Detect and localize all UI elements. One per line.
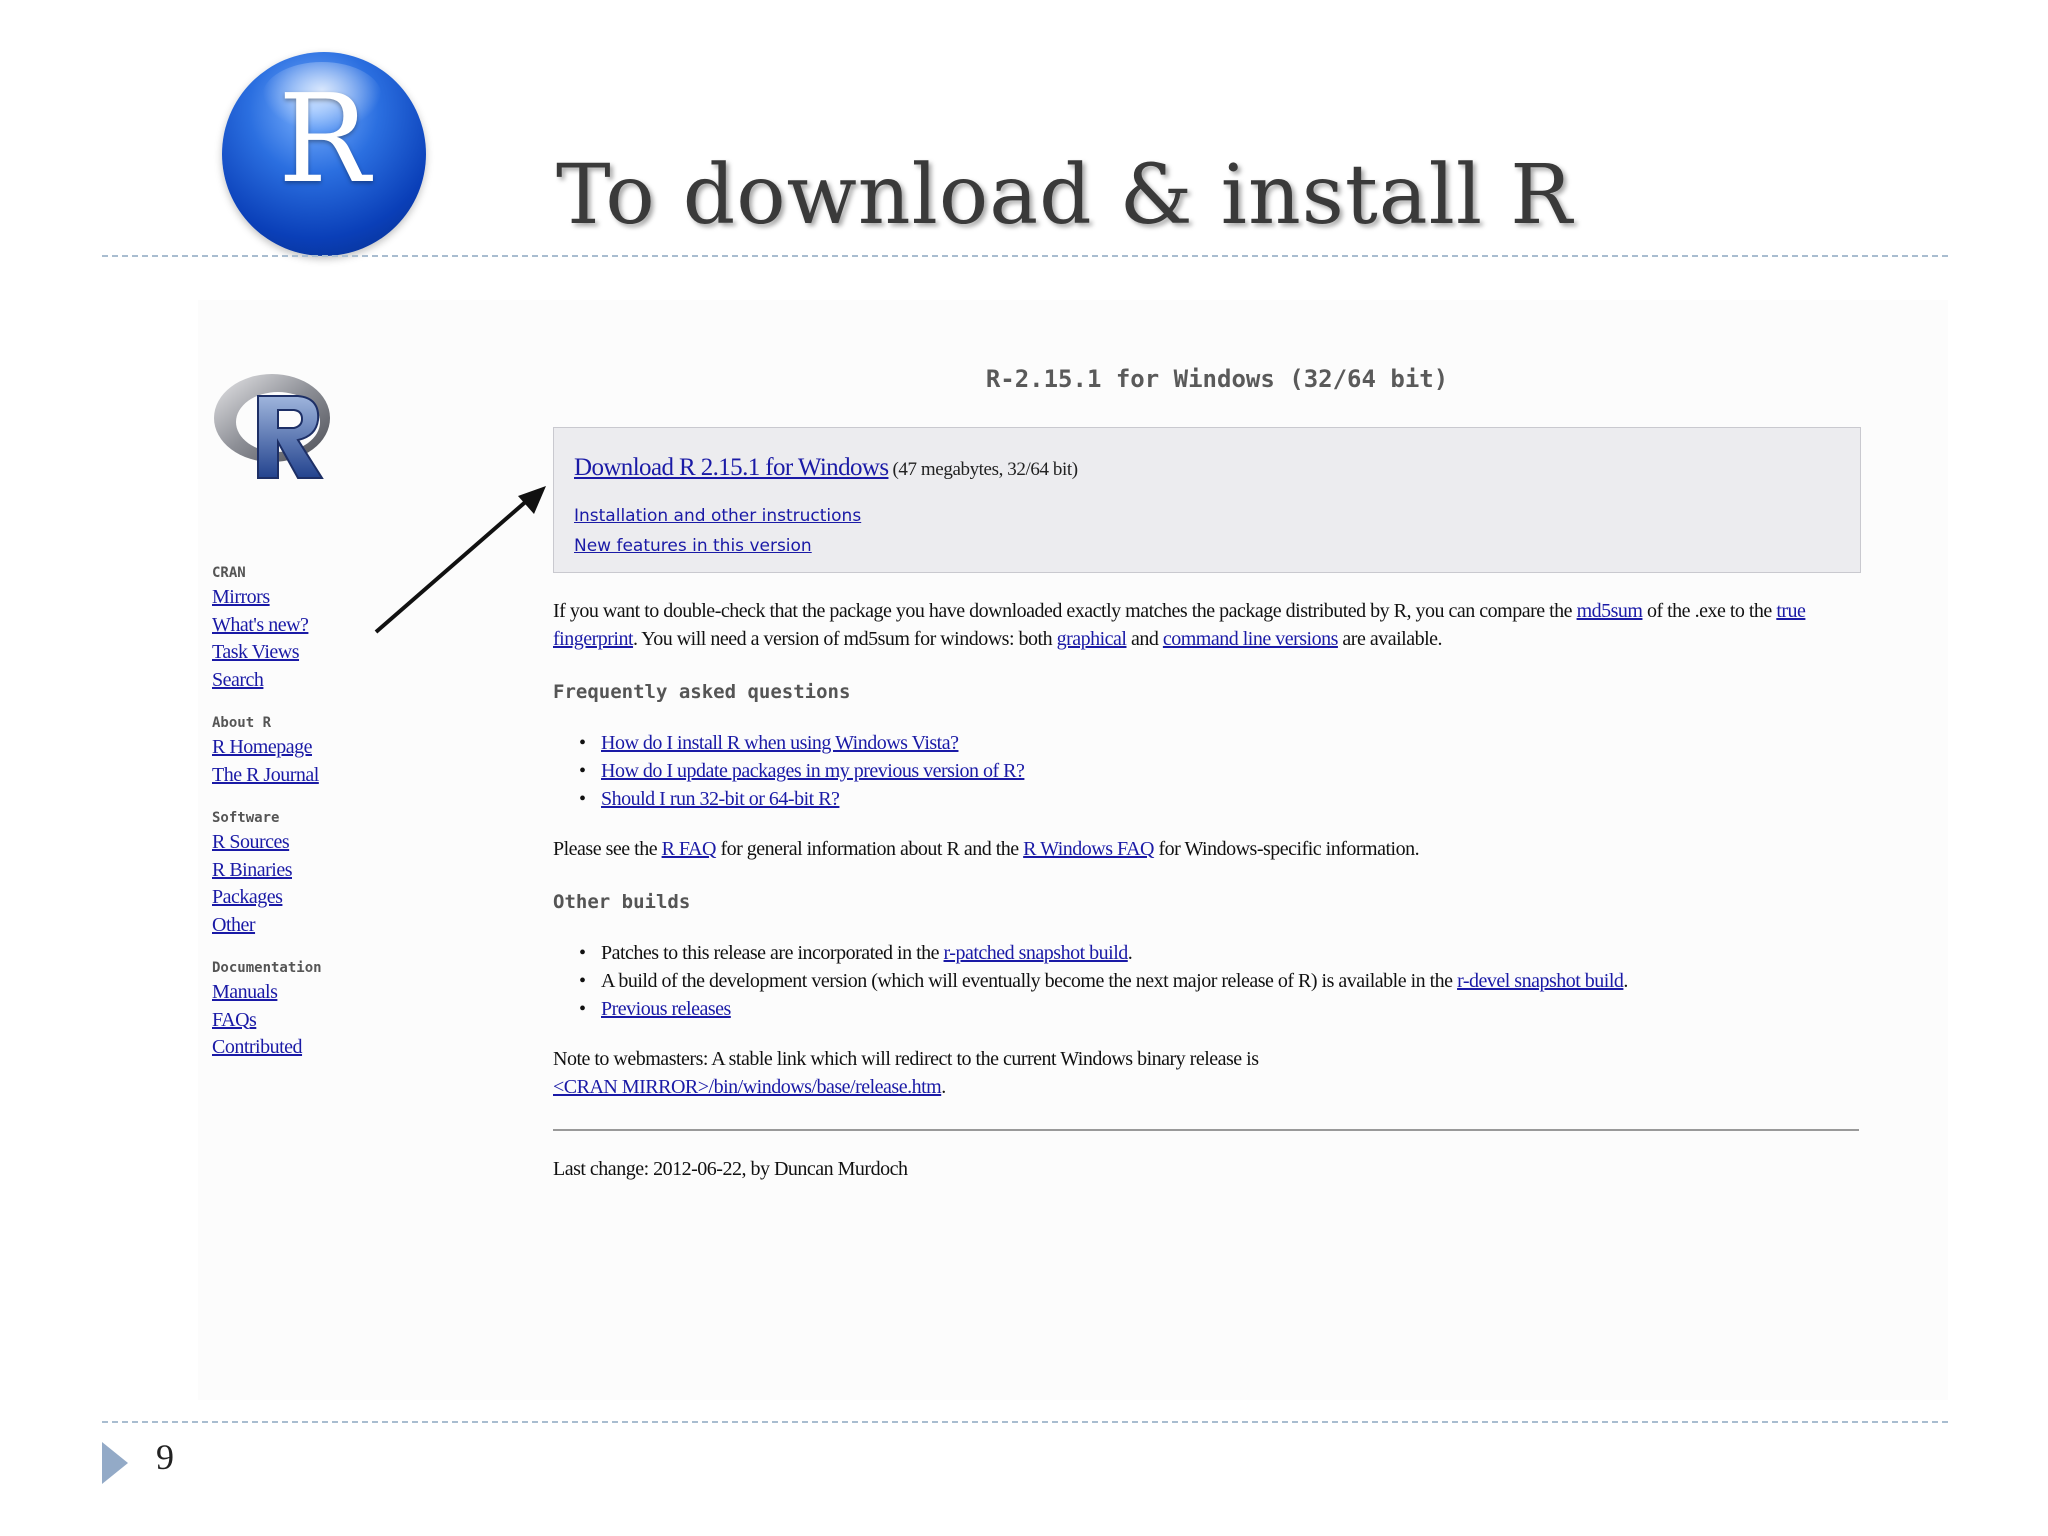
r-devel-link[interactable]: r-devel snapshot build [1457,970,1624,992]
list-text: . [1623,970,1628,992]
logo-letter: R [278,68,370,210]
see-text: for general information about R and the [715,838,1024,860]
sidebar-group-cran: CRAN Mirrors What's new? Task Views Sear… [212,562,392,694]
checksum-paragraph-line2: fingerprint. You will need a version of … [553,625,1443,653]
other-builds-list: Patches to this release are incorporated… [579,939,1628,1023]
sidebar-link-faqs[interactable]: FAQs [212,1007,392,1035]
sidebar-heading: Software [212,810,280,826]
list-item: Previous releases [579,995,1628,1023]
note-text: . [941,1076,946,1098]
faq-list: How do I install R when using Windows Vi… [579,729,1025,813]
sidebar-link-other[interactable]: Other [212,912,392,940]
top-divider [102,255,1948,257]
play-triangle-icon [102,1442,128,1484]
checksum-text: If you want to double-check that the pac… [553,600,1577,622]
fingerprint-link[interactable]: fingerprint [553,628,634,650]
sidebar-link-r-binaries[interactable]: R Binaries [212,857,392,885]
checksum-text: of the .exe to the [1642,600,1777,622]
r-faq-link[interactable]: R FAQ [662,838,717,860]
download-size: (47 megabytes, 32/64 bit) [892,459,1078,480]
sidebar-link-whats-new[interactable]: What's new? [212,612,392,640]
sidebar-nav: CRAN Mirrors What's new? Task Views Sear… [212,562,392,1080]
sidebar-link-manuals[interactable]: Manuals [212,979,392,1007]
sidebar-link-r-journal[interactable]: The R Journal [212,762,392,790]
main-content: R-2.15.1 for Windows (32/64 bit) Downloa… [553,365,1861,1180]
see-faq-paragraph: Please see the R FAQ for general informa… [553,835,1420,863]
faq-update-packages-link[interactable]: How do I update packages in my previous … [601,760,1025,782]
faq-vista-link[interactable]: How do I install R when using Windows Vi… [601,732,959,754]
sidebar-group-documentation: Documentation Manuals FAQs Contributed [212,957,392,1062]
other-builds-heading: Other builds [553,891,691,913]
checksum-paragraph-line1: If you want to double-check that the pac… [553,597,1806,625]
list-item: How do I update packages in my previous … [579,757,1025,785]
see-text: for Windows-specific information. [1154,838,1420,860]
release-htm-link[interactable]: <CRAN MIRROR>/bin/windows/base/release.h… [553,1076,942,1098]
true-fingerprint-link[interactable]: true [1776,600,1806,622]
download-box: Download R 2.15.1 for Windows (47 megaby… [553,427,1861,573]
sidebar-group-software: Software R Sources R Binaries Packages O… [212,807,392,939]
list-text: Patches to this release are incorporated… [601,942,944,964]
sidebar-heading: Documentation [212,960,322,976]
sidebar-link-task-views[interactable]: Task Views [212,639,392,667]
sidebar-link-contributed[interactable]: Contributed [212,1034,392,1062]
sidebar-heading: CRAN [212,565,246,581]
sidebar-heading: About R [212,715,272,731]
list-text: A build of the development version (whic… [601,970,1458,992]
graphical-link[interactable]: graphical [1057,628,1127,650]
last-change: Last change: 2012-06-22, by Duncan Murdo… [553,1158,908,1180]
previous-releases-link[interactable]: Previous releases [601,998,731,1020]
horizontal-rule [553,1129,1859,1131]
md5sum-link[interactable]: md5sum [1577,600,1643,622]
checksum-text: are available. [1337,628,1442,650]
new-features-link[interactable]: New features in this version [574,536,812,556]
sidebar-group-about: About R R Homepage The R Journal [212,712,392,789]
faq-32-64-link[interactable]: Should I run 32-bit or 64-bit R? [601,788,840,810]
r-windows-faq-link[interactable]: R Windows FAQ [1023,838,1154,860]
sidebar-link-r-homepage[interactable]: R Homepage [212,734,392,762]
webmaster-note-line1: Note to webmasters: A stable link which … [553,1048,1259,1070]
r-project-logo [214,374,330,479]
slide-title: To download & install R [556,148,1573,243]
page-number: 9 [156,1437,174,1477]
sidebar-link-packages[interactable]: Packages [212,884,392,912]
r-ball-logo: R [222,52,426,256]
pointer-arrow [374,486,546,634]
checksum-text: . You will need a version of md5sum for … [633,628,1057,650]
sidebar-link-mirrors[interactable]: Mirrors [212,584,392,612]
r-patched-link[interactable]: r-patched snapshot build [944,942,1129,964]
list-item: How do I install R when using Windows Vi… [579,729,1024,757]
page-heading: R-2.15.1 for Windows (32/64 bit) [985,365,1449,393]
list-item: Should I run 32-bit or 64-bit R? [579,785,1024,813]
download-link[interactable]: Download R 2.15.1 for Windows [574,454,889,481]
sidebar-link-r-sources[interactable]: R Sources [212,829,392,857]
bottom-divider [102,1421,1948,1423]
installation-instructions-link[interactable]: Installation and other instructions [574,506,861,526]
download-line: Download R 2.15.1 for Windows (47 megaby… [574,454,1078,482]
command-line-versions-link[interactable]: command line versions [1163,628,1339,650]
list-item: Patches to this release are incorporated… [579,939,1628,967]
list-item: A build of the development version (whic… [579,967,1628,995]
webmaster-note-line2: <CRAN MIRROR>/bin/windows/base/release.h… [553,1073,946,1101]
sidebar-link-search[interactable]: Search [212,667,392,695]
list-text: . [1127,942,1133,964]
faq-heading: Frequently asked questions [553,681,851,703]
checksum-text: and [1126,628,1163,650]
see-text: Please see the [553,838,662,860]
slide: R To download & install R CRAN Mirrors W… [0,0,2048,1536]
